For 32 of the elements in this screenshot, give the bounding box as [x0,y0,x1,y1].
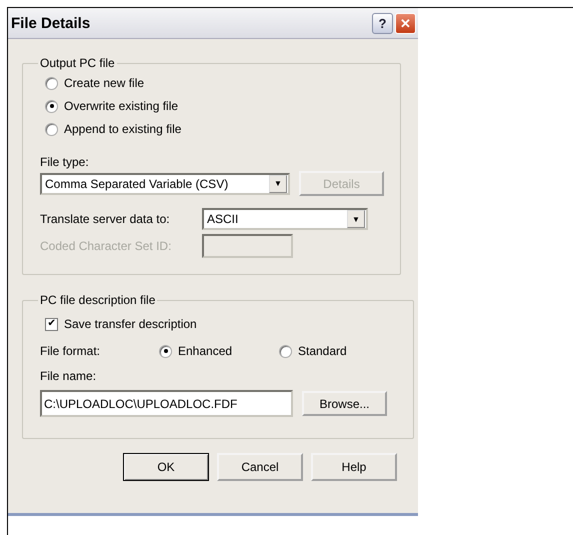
radio-button[interactable] [279,344,292,358]
ccsid-field[interactable] [202,234,293,258]
dialog-button[interactable]: OK [123,453,209,481]
caret-icon: ▼ [347,210,365,228]
field-label: File type: [40,155,90,169]
dialog-button[interactable]: Cancel [217,453,303,481]
group-legend: Output PC file [38,56,117,70]
translate-dropdown[interactable]: ASCII ▼ [202,208,368,230]
radio-button[interactable] [45,76,58,90]
caret-icon: ▼ [269,174,287,192]
radio-button[interactable] [45,100,58,112]
radio-label: Enhanced [178,344,232,358]
file-type-dropdown[interactable]: Comma Separated Variable (CSV) ▼ [40,172,290,194]
radio-button[interactable] [45,122,58,136]
radio-label: Standard [298,344,347,358]
checkbox[interactable]: ✔ [45,318,58,330]
radio-label: Create new file [64,76,144,90]
field-label: Translate server data to: [40,212,171,226]
group-legend: PC file description file [38,293,158,307]
radio-button[interactable] [159,344,172,358]
field-label: File name: [40,369,98,383]
field-label: Coded Character Set ID: [40,239,172,253]
checkbox-label: Save transfer description [64,317,197,331]
window-title: File Details [11,14,90,32]
radio-label: Overwrite existing file [64,99,178,113]
dialog-button[interactable]: Help [311,453,397,481]
field-label: File format: [40,344,102,358]
browse-button[interactable]: Browse... [302,391,387,416]
close-button[interactable]: ✕ [395,12,416,34]
radio-label: Append to existing file [64,122,182,136]
help-button[interactable]: ? [372,12,393,34]
file-name-field[interactable]: C:\UPLOADLOC\UPLOADLOC.FDF [40,390,293,417]
